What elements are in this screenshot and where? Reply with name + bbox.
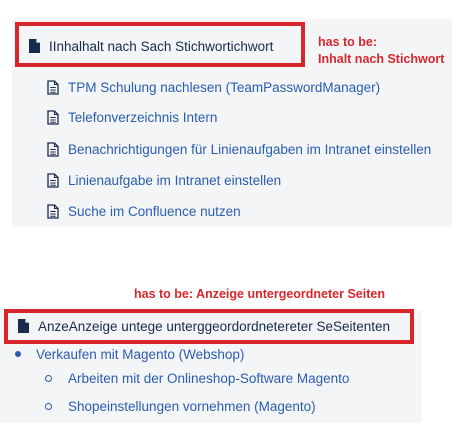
page-outline-icon — [47, 109, 59, 125]
list-item-parent[interactable]: Verkaufen mit Magento (Webshop) — [15, 344, 244, 364]
annotation-note-2: has to be: Anzeige untergeordneter Seite… — [134, 287, 385, 301]
page-outline-icon — [47, 141, 59, 157]
filled-document-icon — [29, 39, 40, 53]
link-item-benachrichtigungen[interactable]: Benachrichtigungen für Linienaufgaben im… — [47, 139, 431, 159]
filled-document-icon — [18, 319, 29, 333]
link-text[interactable]: Linienaufgabe im Intranet einstellen — [68, 173, 281, 188]
list-item-child-2[interactable]: Shopeinstellungen vornehmen (Magento) — [45, 396, 316, 416]
list-item-child-1[interactable]: Arbeiten mit der Onlineshop-Software Mag… — [45, 368, 349, 388]
circle-bullet-icon — [45, 374, 52, 382]
parent-link[interactable]: Verkaufen mit Magento (Webshop) — [36, 347, 244, 362]
link-item-tpm[interactable]: TPM Schulung nachlesen (TeamPasswordMana… — [47, 77, 380, 97]
child-link[interactable]: Shopeinstellungen vornehmen (Magento) — [68, 399, 316, 414]
link-text[interactable]: Telefonverzeichnis Intern — [68, 110, 217, 125]
link-text[interactable]: Suche im Confluence nutzen — [68, 204, 241, 219]
disc-bullet-icon — [15, 351, 21, 357]
link-item-linienaufgabe[interactable]: Linienaufgabe im Intranet einstellen — [47, 170, 281, 190]
link-text[interactable]: Benachrichtigungen für Linienaufgaben im… — [68, 142, 431, 157]
link-item-suche-confluence[interactable]: Suche im Confluence nutzen — [47, 201, 241, 221]
annotation-note-1-line2: Inhalt nach Stichwort — [318, 52, 445, 66]
circle-bullet-icon — [45, 402, 52, 410]
macro-title: IInhalhalt nach Sach Stichwortichwort — [49, 38, 274, 54]
macro-title-2: AnzeAnzeige untege unterggeordordneteret… — [38, 318, 391, 334]
link-text[interactable]: TPM Schulung nachlesen (TeamPasswordMana… — [68, 80, 380, 95]
link-item-telefon[interactable]: Telefonverzeichnis Intern — [47, 107, 217, 127]
annotation-note-1: has to be: Inhalt nach Stichwort — [318, 34, 444, 68]
macro-title-row-2: AnzeAnzeige untege unterggeordordneteret… — [18, 316, 390, 336]
annotation-note-1-line1: has to be: — [318, 35, 378, 49]
page-outline-icon — [47, 172, 59, 188]
page-outline-icon — [47, 79, 59, 95]
page-outline-icon — [47, 203, 59, 219]
child-link[interactable]: Arbeiten mit der Onlineshop-Software Mag… — [68, 371, 349, 386]
macro-title-row: IInhalhalt nach Sach Stichwortichwort — [29, 36, 273, 56]
